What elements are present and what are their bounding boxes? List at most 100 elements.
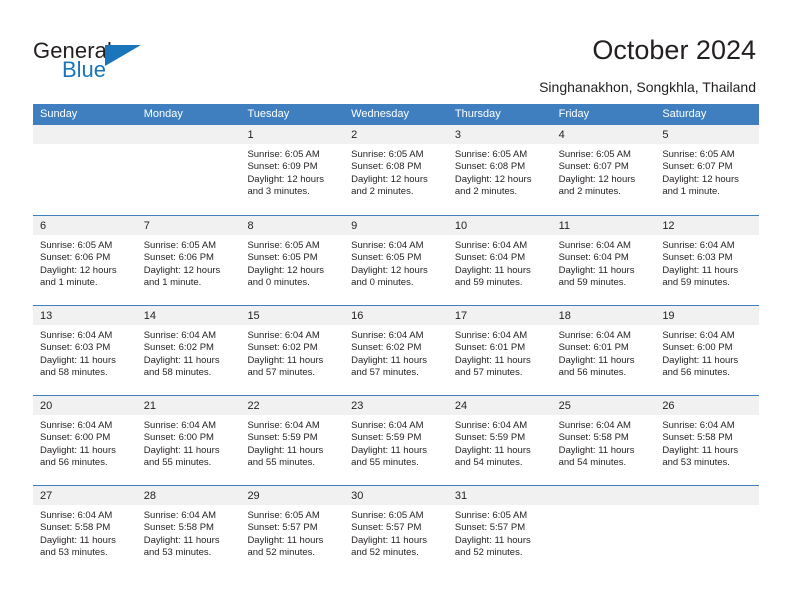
day-detail-line: Sunset: 6:00 PM bbox=[40, 432, 111, 444]
day-cell-27[interactable]: 27 Sunrise: 6:04 AM Sunset: 5:58 PM Dayligh… bbox=[33, 486, 137, 575]
day-cell-28[interactable]: 28 Sunrise: 6:04 AM Sunset: 5:58 PM Dayligh… bbox=[136, 486, 241, 575]
day-cell-9[interactable]: 9 Sunrise: 6:04 AM Sunset: 6:05 PM Daylight… bbox=[344, 216, 448, 305]
day-number-band: 22 bbox=[240, 396, 345, 415]
weekday-header-friday: Friday bbox=[558, 108, 590, 120]
day-cell-8[interactable]: 8 Sunrise: 6:05 AM Sunset: 6:05 PM Daylight… bbox=[240, 216, 345, 305]
day-details: Sunrise: 6:05 AM Sunset: 6:07 PM Daylight:… bbox=[655, 144, 759, 199]
day-cell-25[interactable]: 25 Sunrise: 6:04 AM Sunset: 5:58 PM Dayligh… bbox=[551, 396, 656, 485]
day-number-band: 28 bbox=[136, 486, 241, 505]
day-details: Sunrise: 6:05 AM Sunset: 6:08 PM Daylight:… bbox=[448, 144, 552, 199]
day-detail-line: Daylight: 11 hours bbox=[662, 264, 739, 276]
day-cell-24[interactable]: 24 Sunrise: 6:04 AM Sunset: 5:59 PM Dayligh… bbox=[447, 396, 552, 485]
day-number: 16 bbox=[351, 310, 364, 322]
day-detail-line: Sunrise: 6:05 AM bbox=[40, 240, 113, 251]
day-number: 9 bbox=[351, 220, 358, 232]
day-details: Sunrise: 6:04 AM Sunset: 5:58 PM Daylight:… bbox=[33, 505, 137, 560]
day-detail-line: Sunset: 6:05 PM bbox=[351, 252, 422, 264]
day-detail-line: Sunrise: 6:05 AM bbox=[558, 149, 631, 160]
day-cell-29[interactable]: 29 Sunrise: 6:05 AM Sunset: 5:57 PM Dayligh… bbox=[240, 486, 345, 575]
day-detail-line: Sunset: 5:59 PM bbox=[454, 432, 526, 444]
day-cell-31[interactable]: 31 Sunrise: 6:05 AM Sunset: 5:57 PM Dayligh… bbox=[447, 486, 552, 575]
day-cell-12[interactable]: 12 Sunrise: 6:04 AM Sunset: 6:03 PM Dayligh… bbox=[655, 216, 760, 305]
day-detail-line: and 54 minutes. bbox=[558, 457, 627, 469]
calendar-week-row: 6 Sunrise: 6:05 AM Sunset: 6:06 PM Daylight… bbox=[33, 215, 760, 305]
day-cell-21[interactable]: 21 Sunrise: 6:04 AM Sunset: 6:00 PM Dayligh… bbox=[136, 396, 241, 485]
day-cell-20[interactable]: 20 Sunrise: 6:04 AM Sunset: 6:00 PM Dayligh… bbox=[33, 396, 137, 485]
day-cell-26[interactable]: 26 Sunrise: 6:04 AM Sunset: 5:58 PM Dayligh… bbox=[655, 396, 760, 485]
day-cell-4[interactable]: 4 Sunrise: 6:05 AM Sunset: 6:07 PM Daylight… bbox=[551, 125, 656, 215]
day-detail-line: and 53 minutes. bbox=[40, 547, 108, 559]
day-detail-line: Sunrise: 6:04 AM bbox=[558, 240, 631, 251]
day-cell-19[interactable]: 19 Sunrise: 6:04 AM Sunset: 6:00 PM Dayligh… bbox=[655, 306, 760, 395]
day-detail-line: and 55 minutes. bbox=[351, 457, 419, 469]
day-detail-line: Daylight: 11 hours bbox=[247, 444, 324, 456]
day-detail-line: and 56 minutes. bbox=[662, 367, 730, 379]
day-detail-line: Daylight: 12 hours bbox=[40, 264, 117, 276]
day-detail-line: and 0 minutes. bbox=[351, 277, 414, 289]
day-detail-line: Sunrise: 6:04 AM bbox=[143, 510, 217, 521]
day-cell-empty bbox=[551, 486, 656, 575]
day-detail-line: and 2 minutes. bbox=[454, 186, 518, 198]
day-detail-line: and 0 minutes. bbox=[247, 277, 310, 289]
day-detail-line: and 3 minutes. bbox=[247, 186, 310, 198]
day-detail-line: Sunrise: 6:04 AM bbox=[558, 330, 631, 341]
day-detail-line: and 58 minutes. bbox=[40, 367, 108, 379]
day-cell-17[interactable]: 17 Sunrise: 6:04 AM Sunset: 6:01 PM Dayligh… bbox=[447, 306, 552, 395]
day-detail-line: and 57 minutes. bbox=[247, 367, 316, 379]
day-detail-line: Sunrise: 6:05 AM bbox=[662, 149, 735, 160]
day-number: 31 bbox=[454, 490, 468, 502]
day-detail-line: Daylight: 12 hours bbox=[351, 173, 428, 185]
day-details: Sunrise: 6:05 AM Sunset: 6:08 PM Daylight:… bbox=[344, 144, 448, 199]
page-header: General Blue October 2024 Singhanakhon, … bbox=[0, 0, 792, 104]
day-number: 12 bbox=[662, 220, 675, 232]
calendar-week-row: 20 Sunrise: 6:04 AM Sunset: 6:00 PM Dayligh… bbox=[33, 395, 760, 485]
weekday-header-sunday: Sunday bbox=[40, 108, 78, 120]
day-detail-line: Sunset: 6:03 PM bbox=[662, 252, 733, 264]
day-cell-15[interactable]: 15 Sunrise: 6:04 AM Sunset: 6:02 PM Dayligh… bbox=[240, 306, 345, 395]
day-cell-7[interactable]: 7 Sunrise: 6:05 AM Sunset: 6:06 PM Daylight… bbox=[136, 216, 241, 305]
day-detail-line: Daylight: 12 hours bbox=[247, 173, 325, 185]
day-cell-10[interactable]: 10 Sunrise: 6:04 AM Sunset: 6:04 PM Dayligh… bbox=[447, 216, 552, 305]
day-number-band: 24 bbox=[447, 396, 552, 415]
day-cell-23[interactable]: 23 Sunrise: 6:04 AM Sunset: 5:59 PM Dayligh… bbox=[344, 396, 448, 485]
day-detail-line: and 2 minutes. bbox=[558, 186, 621, 198]
day-detail-line: Sunset: 6:00 PM bbox=[662, 342, 733, 354]
day-detail-line: Sunrise: 6:05 AM bbox=[247, 510, 320, 521]
day-detail-line: Sunrise: 6:04 AM bbox=[454, 330, 528, 341]
day-cell-1[interactable]: 1 Sunrise: 6:05 AM Sunset: 6:09 PM Daylight… bbox=[240, 125, 345, 215]
day-number: 19 bbox=[662, 310, 675, 322]
day-details: Sunrise: 6:04 AM Sunset: 6:03 PM Daylight:… bbox=[33, 325, 137, 380]
day-detail-line: Sunset: 6:00 PM bbox=[143, 432, 214, 444]
day-number-band: 29 bbox=[240, 486, 345, 505]
day-details: Sunrise: 6:04 AM Sunset: 5:58 PM Daylight:… bbox=[655, 415, 759, 470]
day-detail-line: Sunrise: 6:04 AM bbox=[351, 240, 424, 251]
day-cell-16[interactable]: 16 Sunrise: 6:04 AM Sunset: 6:02 PM Dayligh… bbox=[344, 306, 448, 395]
day-details: Sunrise: 6:04 AM Sunset: 6:00 PM Daylight:… bbox=[655, 325, 759, 380]
day-details: Sunrise: 6:04 AM Sunset: 6:02 PM Daylight:… bbox=[240, 325, 344, 380]
day-cell-11[interactable]: 11 Sunrise: 6:04 AM Sunset: 6:04 PM Dayligh… bbox=[551, 216, 656, 305]
day-cell-18[interactable]: 18 Sunrise: 6:04 AM Sunset: 6:01 PM Dayligh… bbox=[551, 306, 656, 395]
day-detail-line: Sunset: 6:02 PM bbox=[143, 342, 214, 354]
day-cell-6[interactable]: 6 Sunrise: 6:05 AM Sunset: 6:06 PM Daylight… bbox=[33, 216, 137, 305]
day-number: 17 bbox=[454, 310, 468, 322]
day-detail-line: Sunrise: 6:05 AM bbox=[247, 149, 320, 160]
day-cell-2[interactable]: 2 Sunrise: 6:05 AM Sunset: 6:08 PM Daylight… bbox=[344, 125, 448, 215]
day-cell-30[interactable]: 30 Sunrise: 6:05 AM Sunset: 5:57 PM Dayligh… bbox=[344, 486, 448, 575]
day-detail-line: Sunset: 5:58 PM bbox=[558, 432, 629, 444]
day-number-band: 23 bbox=[344, 396, 448, 415]
day-detail-line: and 52 minutes. bbox=[247, 547, 316, 559]
day-cell-5[interactable]: 5 Sunrise: 6:05 AM Sunset: 6:07 PM Daylight… bbox=[655, 125, 760, 215]
day-detail-line: Daylight: 11 hours bbox=[40, 534, 116, 546]
day-number-band bbox=[136, 125, 241, 144]
day-detail-line: Sunset: 5:57 PM bbox=[454, 522, 526, 534]
day-number-band: 2 bbox=[344, 125, 448, 144]
day-detail-line: Sunrise: 6:05 AM bbox=[247, 240, 320, 251]
day-cell-14[interactable]: 14 Sunrise: 6:04 AM Sunset: 6:02 PM Dayligh… bbox=[136, 306, 241, 395]
day-number-band: 1 bbox=[240, 125, 345, 144]
day-detail-line: Sunrise: 6:04 AM bbox=[40, 510, 113, 521]
day-cell-13[interactable]: 13 Sunrise: 6:04 AM Sunset: 6:03 PM Dayligh… bbox=[33, 306, 137, 395]
day-cell-22[interactable]: 22 Sunrise: 6:04 AM Sunset: 5:59 PM Dayligh… bbox=[240, 396, 345, 485]
day-detail-line: Daylight: 11 hours bbox=[454, 264, 531, 276]
day-number: 23 bbox=[351, 400, 364, 412]
day-cell-3[interactable]: 3 Sunrise: 6:05 AM Sunset: 6:08 PM Daylight… bbox=[447, 125, 552, 215]
